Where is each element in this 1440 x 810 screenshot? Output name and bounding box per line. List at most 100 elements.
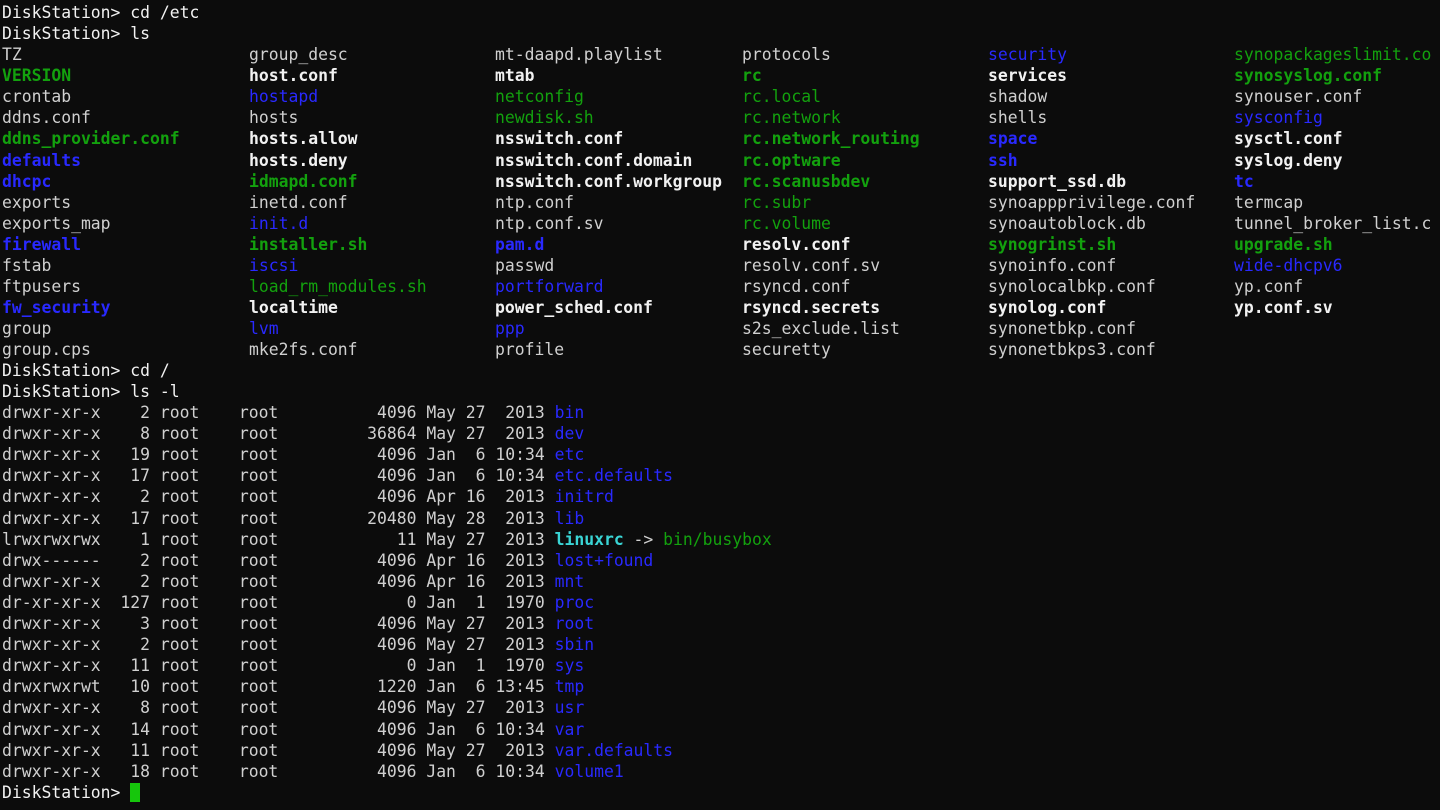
etc-file-entry: iscsi — [249, 256, 299, 275]
long-listing-row: drwx------ 2 root root 4096 Apr 16 2013 … — [2, 550, 653, 571]
etc-file-entry: rc.scanusbdev — [742, 171, 871, 191]
etc-file-entry: ppp — [495, 319, 525, 339]
etc-file-entry: crontab — [2, 87, 72, 107]
long-listing-row: dr-xr-xr-x 127 root root 0 Jan 1 1970 pr… — [2, 592, 594, 613]
long-listing-row: drwxr-xr-x 3 root root 4096 May 27 2013 … — [2, 613, 594, 634]
file-metadata: dr-xr-xr-x 127 root root 0 Jan 1 1970 — [2, 592, 555, 612]
etc-file-entry: synosyslog.conf — [1234, 66, 1383, 86]
file-metadata: drwxr-xr-x 17 root root 4096 Jan 6 10:34 — [2, 466, 555, 486]
etc-file-entry: init.d — [249, 213, 309, 233]
long-listing-row: drwxr-xr-x 2 root root 4096 Apr 16 2013 … — [2, 486, 614, 507]
etc-file-entry: defaults — [2, 150, 81, 170]
etc-file-entry: dhcpc — [2, 171, 52, 191]
command-line-ls-l: DiskStation> ls -l — [2, 382, 180, 401]
entry-name: tmp — [554, 677, 585, 697]
entry-name: linuxrc — [554, 529, 624, 549]
etc-file-entry: shells — [988, 108, 1048, 128]
etc-file-entry: nsswitch.conf.domain — [495, 150, 693, 170]
etc-file-entry: netconfig — [495, 87, 584, 107]
file-metadata: drwxr-xr-x 17 root root 20480 May 28 201… — [2, 508, 555, 528]
etc-file-entry: newdisk.sh — [495, 108, 594, 128]
entry-name: root — [554, 614, 595, 633]
etc-file-entry: rc.subr — [742, 192, 812, 212]
etc-file-entry: tunnel_broker_list.c — [1234, 213, 1432, 233]
file-metadata: drwxr-xr-x 19 root root 4096 Jan 6 10:34 — [2, 445, 555, 465]
entry-name: mnt — [554, 571, 585, 591]
etc-file-entry: space — [988, 129, 1038, 149]
etc-file-entry: termcap — [1234, 192, 1304, 212]
long-listing-row: drwxr-xr-x 2 root root 4096 May 27 2013 … — [2, 634, 594, 655]
entry-name: lib — [554, 508, 585, 528]
entry-name: var — [554, 719, 585, 739]
etc-file-entry: ddns.conf — [2, 108, 91, 128]
etc-file-entry: hosts — [249, 108, 299, 128]
etc-file-entry: localtime — [249, 298, 338, 318]
entry-name: etc.defaults — [554, 466, 674, 486]
etc-file-entry: passwd — [495, 256, 555, 275]
file-metadata: drwxr-xr-x 2 root root 4096 Apr 16 2013 — [2, 571, 555, 591]
cursor-block — [130, 783, 140, 802]
etc-file-entry: s2s_exclude.list — [742, 319, 900, 339]
terminal-window[interactable]: DiskStation> cd /etc DiskStation> ls TZ V… — [0, 0, 1440, 810]
file-metadata: drwxr-xr-x 3 root root 4096 May 27 2013 — [2, 614, 555, 633]
etc-file-entry: synogrinst.sh — [988, 234, 1117, 254]
command-line-cd-etc: DiskStation> cd /etc — [2, 3, 200, 22]
etc-file-entry: upgrade.sh — [1234, 234, 1333, 254]
etc-file-entry: rsyncd.secrets — [742, 298, 881, 318]
long-listing-row: drwxr-xr-x 11 root root 4096 May 27 2013… — [2, 740, 673, 761]
file-metadata: lrwxrwxrwx 1 root root 11 May 27 2013 — [2, 529, 555, 549]
etc-file-entry: idmapd.conf — [249, 171, 358, 191]
etc-file-entry: rc — [742, 66, 762, 86]
etc-file-entry: profile — [495, 340, 565, 360]
etc-file-entry: group_desc — [249, 45, 348, 64]
etc-file-entry: nsswitch.conf — [495, 129, 624, 149]
long-listing-row: drwxr-xr-x 11 root root 0 Jan 1 1970 sys — [2, 655, 584, 676]
etc-file-entry: tc — [1234, 171, 1254, 191]
file-metadata: drwx------ 2 root root 4096 Apr 16 2013 — [2, 550, 555, 570]
entry-name: volume1 — [554, 761, 624, 781]
file-metadata: drwxr-xr-x 18 root root 4096 Jan 6 10:34 — [2, 761, 555, 781]
etc-file-entry: synonetbkps3.conf — [988, 340, 1156, 360]
etc-file-entry: mt-daapd.playlist — [495, 45, 663, 64]
etc-file-entry: sysctl.conf — [1234, 129, 1343, 149]
etc-file-entry: VERSION — [2, 66, 72, 86]
etc-file-entry: power_sched.conf — [495, 298, 653, 318]
etc-file-entry: lvm — [249, 319, 279, 339]
etc-file-entry: ssh — [988, 150, 1018, 170]
etc-file-entry: ntp.conf.sv — [495, 213, 604, 233]
etc-file-entry: group.cps — [2, 340, 91, 360]
long-listing-row: drwxrwxrwt 10 root root 1220 Jan 6 13:45… — [2, 676, 584, 697]
file-metadata: drwxrwxrwt 10 root root 1220 Jan 6 13:45 — [2, 677, 555, 697]
etc-file-entry: inetd.conf — [249, 192, 348, 212]
symlink-target: bin/busybox — [663, 529, 772, 549]
etc-file-entry: TZ — [2, 45, 22, 64]
long-listing-row: lrwxrwxrwx 1 root root 11 May 27 2013 li… — [2, 529, 772, 550]
etc-file-entry: group — [2, 319, 52, 339]
file-metadata: drwxr-xr-x 2 root root 4096 May 27 2013 — [2, 635, 555, 655]
etc-file-entry: securetty — [742, 340, 831, 360]
etc-file-entry: ntp.conf — [495, 192, 574, 212]
etc-file-entry: pam.d — [495, 234, 545, 254]
etc-file-entry: synolog.conf — [988, 298, 1107, 318]
etc-file-entry: synonetbkp.conf — [988, 319, 1137, 339]
etc-file-entry: installer.sh — [249, 234, 368, 254]
entry-name: usr — [554, 698, 585, 718]
file-metadata: drwxr-xr-x 2 root root 4096 May 27 2013 — [2, 403, 555, 422]
etc-file-entry: rc.optware — [742, 150, 841, 170]
file-metadata: drwxr-xr-x 8 root root 36864 May 27 2013 — [2, 424, 555, 444]
etc-file-entry: yp.conf.sv — [1234, 298, 1333, 318]
etc-file-entry: exports_map — [2, 213, 111, 233]
file-metadata: drwxr-xr-x 11 root root 0 Jan 1 1970 — [2, 656, 555, 676]
etc-file-entry: ddns_provider.conf — [2, 129, 180, 149]
long-listing-row: drwxr-xr-x 8 root root 4096 May 27 2013 … — [2, 697, 584, 718]
etc-file-entry: nsswitch.conf.workgroup — [495, 171, 722, 191]
etc-file-entry: support_ssd.db — [988, 171, 1127, 191]
etc-file-entry: rc.local — [742, 87, 821, 107]
etc-file-entry: fw_security — [2, 298, 111, 318]
entry-name: sbin — [554, 635, 595, 655]
long-listing-row: drwxr-xr-x 17 root root 4096 Jan 6 10:34… — [2, 465, 673, 486]
etc-file-entry: load_rm_modules.sh — [249, 277, 427, 297]
etc-file-entry: host.conf — [249, 66, 338, 86]
command-line-ls: DiskStation> ls — [2, 24, 151, 43]
etc-file-entry: services — [988, 66, 1067, 86]
